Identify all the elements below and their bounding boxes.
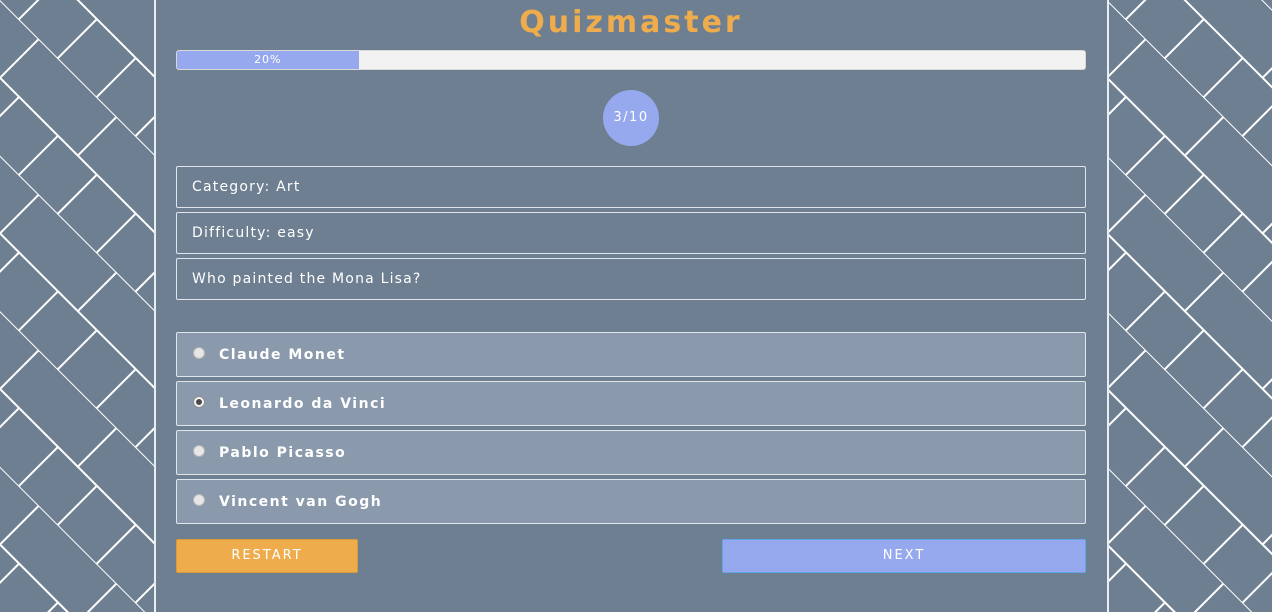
answer-label: Vincent van Gogh [219,494,383,510]
quiz-panel: Quizmaster 20% 3/10 Category: Art Diffic… [154,0,1109,612]
question-text-box: Who painted the Mona Lisa? [176,258,1086,300]
radio-button[interactable] [193,347,205,359]
app-title: Quizmaster [519,5,743,40]
progress-fill: 20% [177,51,359,69]
button-row: RESTART NEXT [176,539,1086,573]
progress-bar: 20% [176,50,1086,70]
category-box: Category: Art [176,166,1086,208]
answer-option[interactable]: Leonardo da Vinci [176,381,1086,426]
quiz-content: Quizmaster 20% 3/10 Category: Art Diffic… [176,0,1086,573]
answer-label: Claude Monet [219,347,346,363]
background-pattern-left [0,0,154,612]
next-button[interactable]: NEXT [722,539,1086,573]
radio-button[interactable] [193,396,205,408]
answer-option[interactable]: Vincent van Gogh [176,479,1086,524]
answer-option[interactable]: Claude Monet [176,332,1086,377]
radio-button[interactable] [193,445,205,457]
answer-label: Leonardo da Vinci [219,396,387,412]
restart-button[interactable]: RESTART [176,539,358,573]
question-counter-area: 3/10 [176,70,1086,166]
radio-button[interactable] [193,494,205,506]
answer-option[interactable]: Pablo Picasso [176,430,1086,475]
answer-label: Pablo Picasso [219,445,347,461]
background-pattern-right [1107,0,1272,612]
question-counter-badge: 3/10 [603,90,659,146]
answer-list: Claude Monet Leonardo da Vinci Pablo Pic… [176,332,1086,524]
difficulty-box: Difficulty: easy [176,212,1086,254]
